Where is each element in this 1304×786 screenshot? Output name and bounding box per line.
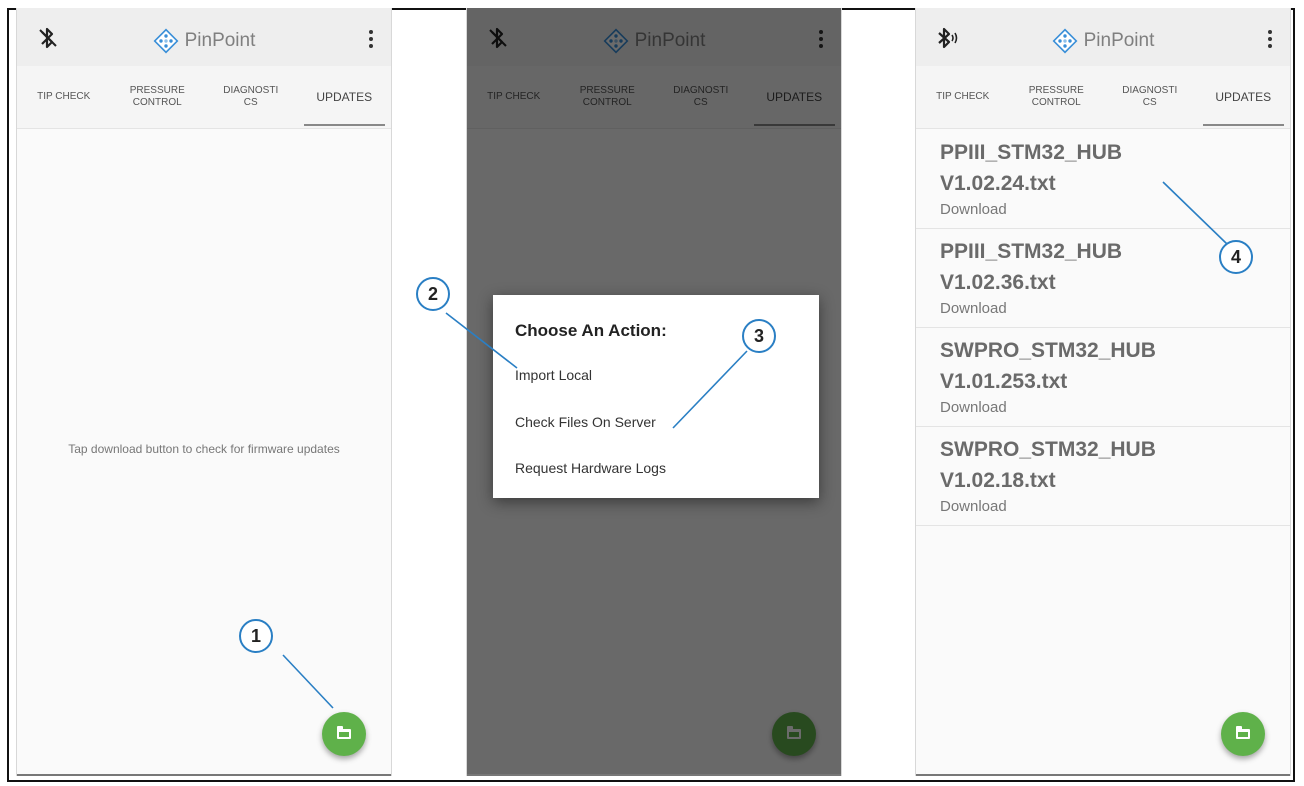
callout-3: 3 (742, 319, 776, 353)
callout-4: 4 (1219, 240, 1253, 274)
callout-2: 2 (416, 277, 450, 311)
callout-leader-lines (282, 181, 1228, 709)
callout-1: 1 (239, 619, 273, 653)
